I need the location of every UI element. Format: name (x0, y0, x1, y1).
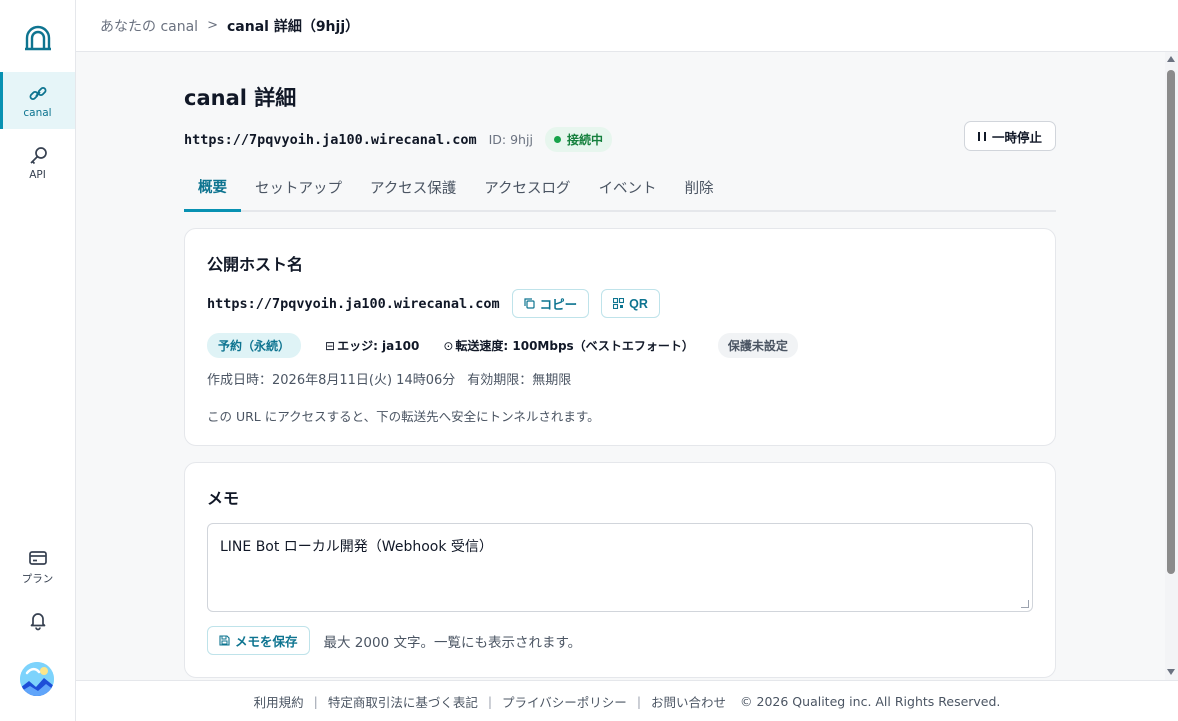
sidebar-item-label: プラン (21, 573, 54, 585)
tab-access-protection[interactable]: アクセス保護 (356, 164, 470, 210)
tab-setup[interactable]: セットアップ (241, 164, 356, 210)
resize-handle-icon[interactable] (1021, 600, 1029, 608)
copy-button-label: コピー (539, 298, 578, 312)
canal-url: https://7pqvyoih.ja100.wirecanal.com (184, 131, 477, 148)
breadcrumb: あなたの canal > canal 詳細（9hjj） (76, 0, 1178, 52)
tab-overview[interactable]: 概要 (184, 164, 241, 212)
key-icon (29, 146, 47, 164)
save-memo-label: メモを保存 (235, 635, 298, 649)
footer-separator: | (636, 693, 642, 709)
bell-icon (30, 613, 45, 631)
public-host-card: 公開ホスト名 https://7pqvyoih.ja100.wirecanal.… (184, 228, 1056, 446)
page-title: canal 詳細 (184, 86, 297, 110)
sidebar-item-plan[interactable]: プラン (0, 538, 75, 595)
pause-button-label: 一時停止 (991, 130, 1042, 145)
card-title: メモ (207, 489, 240, 508)
gauge-icon: ⊙ (443, 338, 454, 353)
pause-icon (977, 131, 986, 141)
save-icon (219, 635, 230, 646)
card-title: 公開ホスト名 (207, 255, 304, 274)
scroll-down-icon[interactable] (1167, 669, 1175, 675)
status-badge: 接続中 (544, 127, 612, 152)
tab-bar: 概要 セットアップ アクセス保護 アクセスログ イベント 削除 (184, 164, 1056, 212)
footer-link-commerce[interactable]: 特定商取引法に基づく表記 (328, 692, 478, 711)
card-icon (28, 551, 47, 565)
footer-separator: | (487, 693, 493, 709)
save-memo-button[interactable]: メモを保存 (207, 626, 310, 655)
footer-link-privacy[interactable]: プライバシーポリシー (502, 692, 627, 711)
status-label: 接続中 (566, 133, 603, 147)
chevron-right-icon: > (207, 18, 218, 33)
edge-tag: ⊟ エッジ: ja100 (325, 337, 419, 354)
copy-button[interactable]: コピー (511, 289, 590, 318)
created-info: 作成日時：2026年8月11日(火) 14時06分 有効期限：無期限 (207, 369, 571, 388)
canal-summary: https://7pqvyoih.ja100.wirecanal.com ID:… (184, 127, 612, 152)
memo-textarea[interactable]: LINE Bot ローカル開発（Webhook 受信） (207, 523, 1033, 612)
memo-hint: 最大 2000 文字。一覧にも表示されます。 (323, 634, 582, 651)
protection-tag: 保護未設定 (717, 333, 798, 358)
expiry: 有効期限：無期限 (467, 373, 572, 388)
tab-delete[interactable]: 削除 (671, 164, 728, 210)
tunnel-description: この URL にアクセスすると、下の転送先へ安全にトンネルされます。 (207, 409, 600, 424)
tab-events[interactable]: イベント (585, 164, 671, 210)
footer-link-terms[interactable]: 利用規約 (254, 692, 304, 711)
memo-text: LINE Bot ローカル開発（Webhook 受信） (220, 539, 493, 555)
avatar-image (20, 662, 54, 696)
edge-label: エッジ: ja100 (337, 339, 420, 353)
footer: 利用規約 | 特定商取引法に基づく表記 | プライバシーポリシー | お問い合わ… (76, 680, 1178, 721)
tunnel-logo-icon[interactable] (24, 24, 52, 52)
qr-button-label: QR (629, 296, 648, 311)
reserved-tag: 予約（永続） (207, 333, 302, 358)
sidebar-item-canal[interactable]: canal (0, 72, 75, 129)
created-at: 作成日時：2026年8月11日(火) 14時06分 (207, 373, 456, 388)
memo-actions: メモを保存 最大 2000 文字。一覧にも表示されます。 (207, 626, 581, 655)
public-host-url: https://7pqvyoih.ja100.wirecanal.com (207, 295, 500, 312)
breadcrumb-current: canal 詳細（9hjj） (226, 18, 360, 35)
canal-id: ID: 9hjj (488, 132, 533, 147)
status-dot-icon (553, 136, 561, 143)
sidebar-item-label: canal (23, 106, 52, 119)
copyright: © 2026 Qualiteg inc. All Rights Reserved… (740, 693, 1001, 709)
link-icon (29, 86, 46, 100)
scroll-up-icon[interactable] (1167, 56, 1175, 62)
sidebar-item-notifications[interactable] (0, 592, 75, 648)
copy-icon (524, 298, 535, 309)
public-host-row: https://7pqvyoih.ja100.wirecanal.com コピー… (207, 289, 660, 318)
scrollbar-thumb[interactable] (1167, 70, 1175, 574)
tab-access-log[interactable]: アクセスログ (470, 164, 584, 210)
qr-icon (613, 298, 625, 309)
qr-button[interactable]: QR (601, 289, 660, 318)
speed-tag: ⊙ 転送速度: 100Mbps（ベストエフォート） (443, 337, 694, 354)
sidebar: canal API プラン (0, 0, 76, 721)
pause-button[interactable]: 一時停止 (963, 121, 1056, 151)
breadcrumb-link-canals[interactable]: あなたの canal (100, 16, 198, 36)
footer-separator: | (313, 693, 318, 709)
tag-row: 予約（永続） ⊟ エッジ: ja100 ⊙ 転送速度: 100Mbps（ベストエ… (207, 333, 798, 358)
avatar[interactable] (20, 662, 54, 696)
sidebar-item-label: API (29, 168, 46, 181)
sidebar-item-api[interactable]: API (0, 134, 75, 191)
server-icon: ⊟ (325, 338, 336, 353)
speed-label: 転送速度: 100Mbps（ベストエフォート） (455, 339, 694, 353)
footer-link-contact[interactable]: お問い合わせ (651, 692, 726, 711)
memo-card: メモ LINE Bot ローカル開発（Webhook 受信） メモを保存 最大 … (184, 462, 1056, 678)
